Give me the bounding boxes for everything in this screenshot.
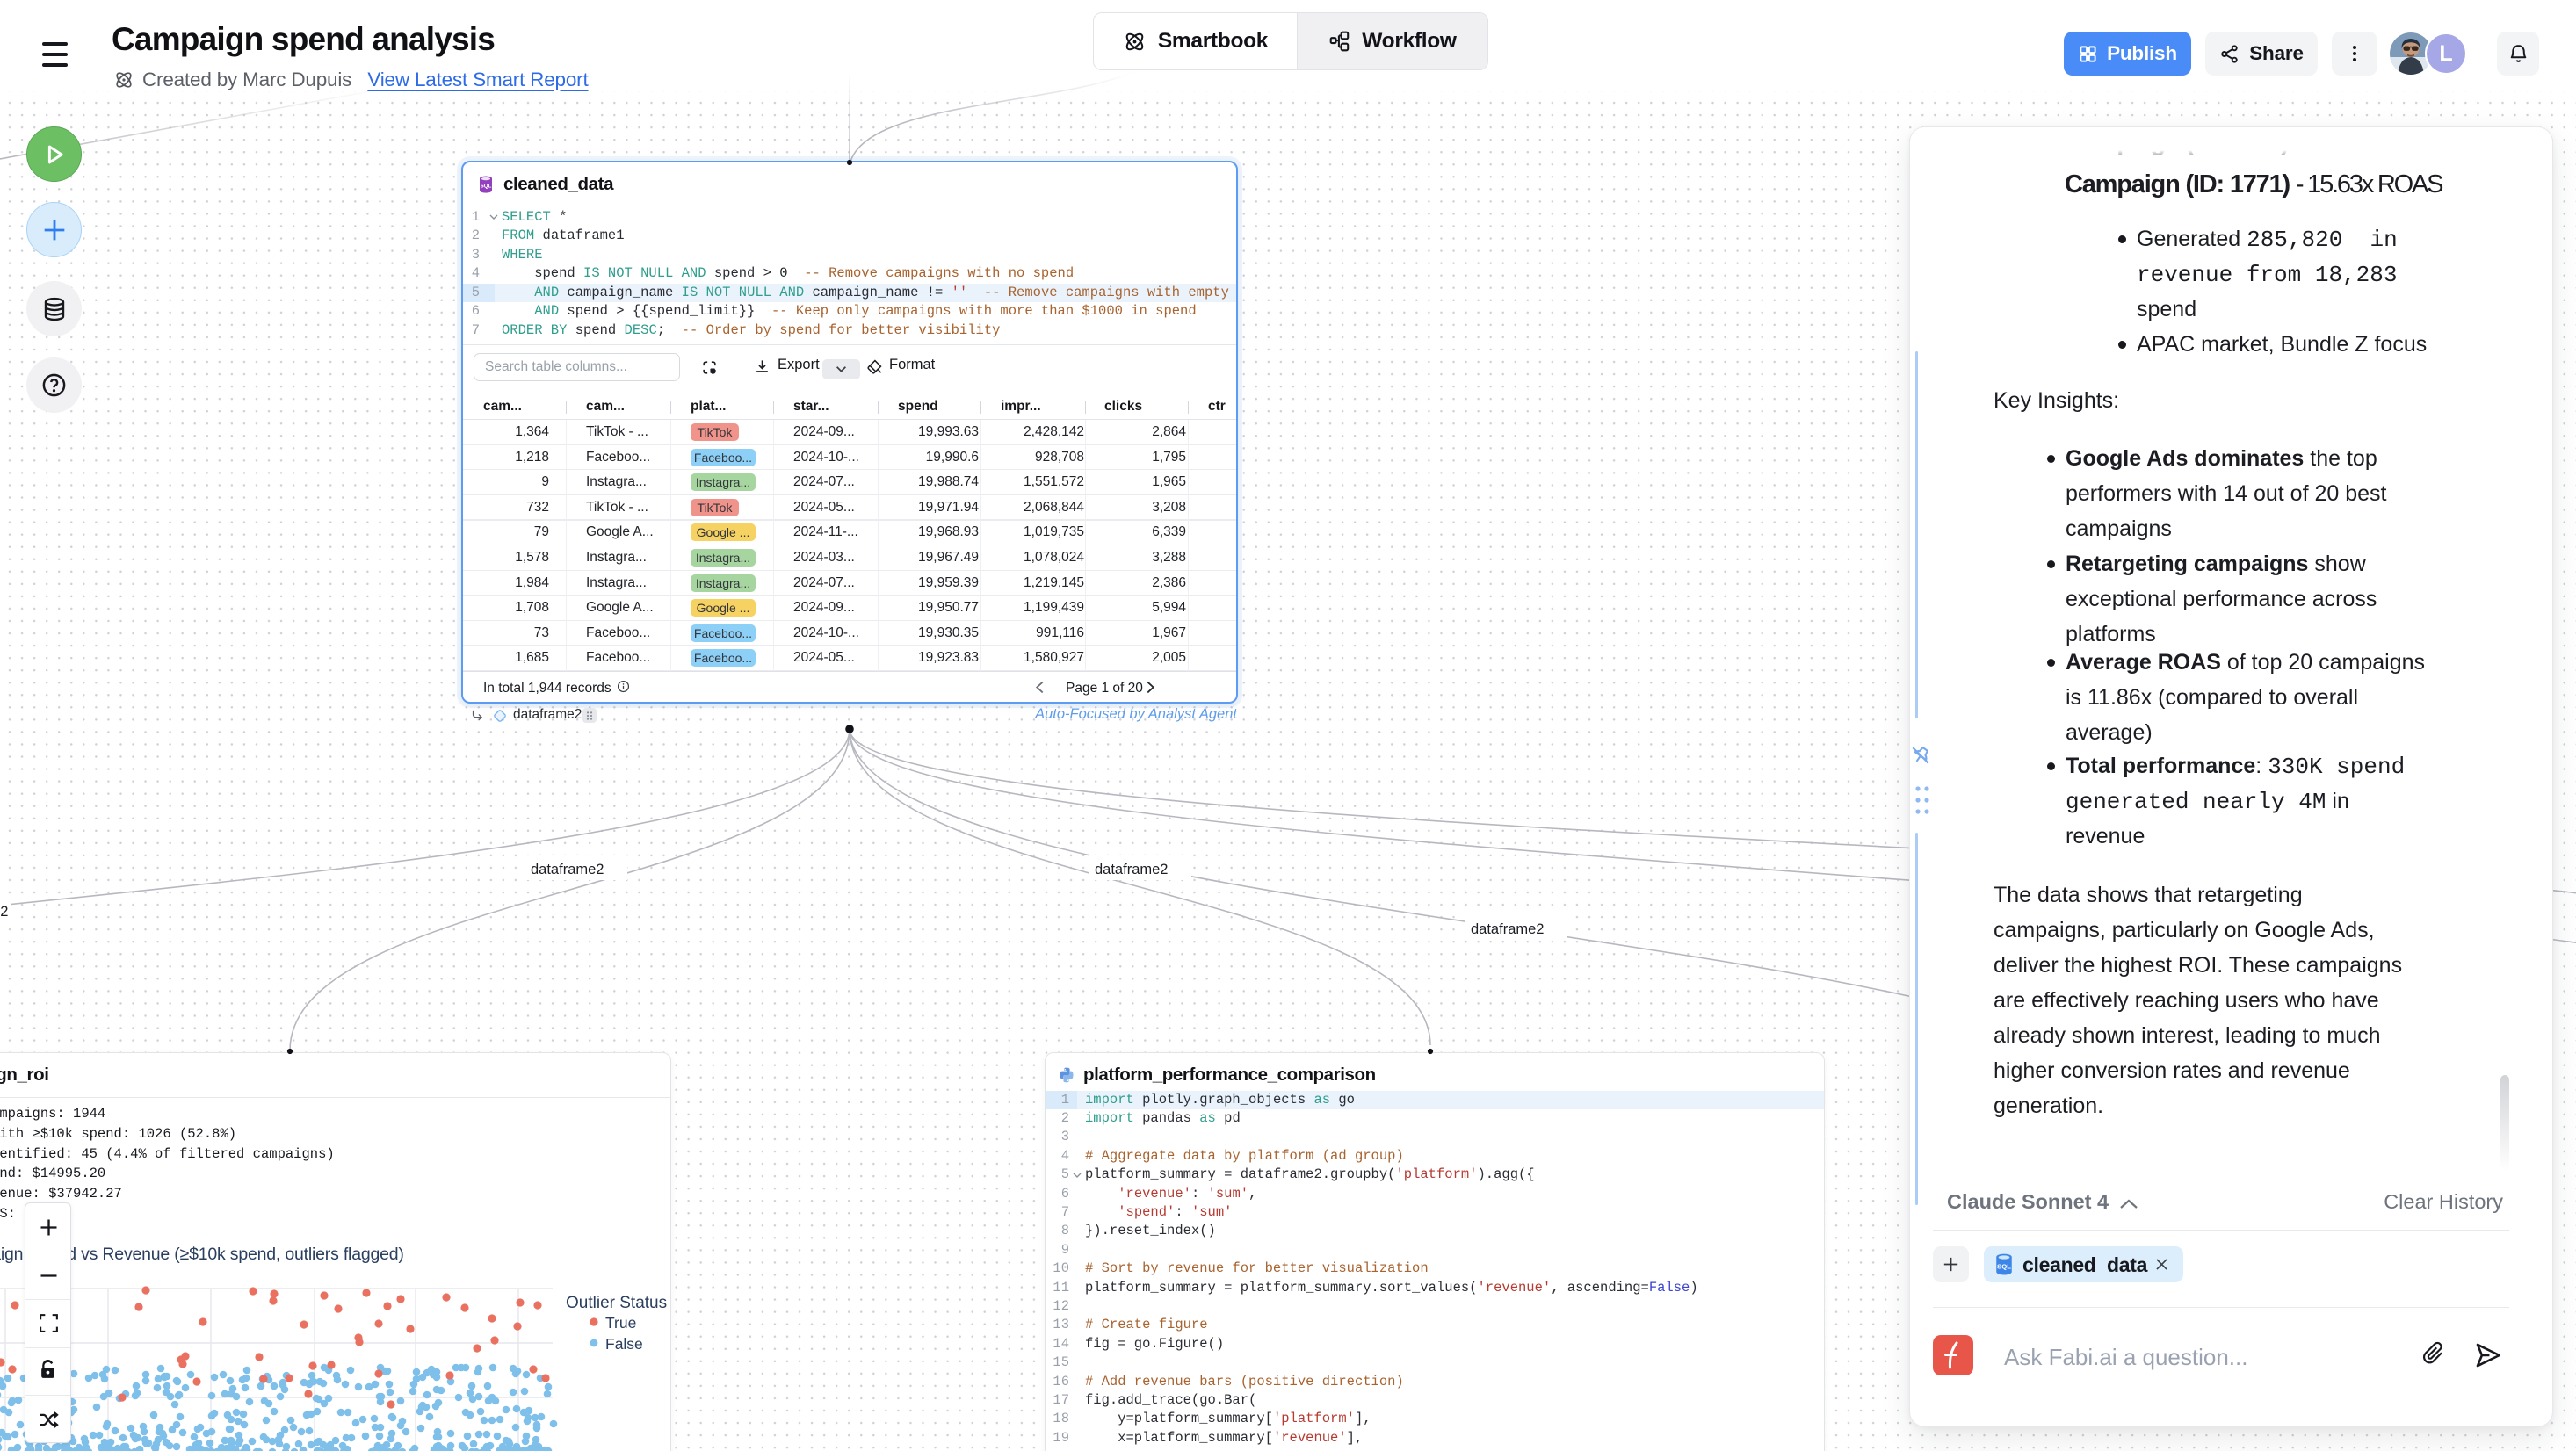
svg-text:dataframe2: dataframe2 bbox=[531, 862, 604, 877]
svg-text:dataframe2: dataframe2 bbox=[0, 904, 8, 920]
svg-text:dataframe2: dataframe2 bbox=[1471, 921, 1544, 937]
svg-text:False: False bbox=[605, 1335, 643, 1353]
svg-text:Outlier Status: Outlier Status bbox=[566, 1294, 667, 1312]
svg-text:True: True bbox=[605, 1314, 636, 1332]
svg-text:SQL: SQL bbox=[481, 184, 492, 190]
svg-text:dataframe2: dataframe2 bbox=[1095, 862, 1168, 877]
svg-text:SQL: SQL bbox=[1997, 1262, 2011, 1270]
